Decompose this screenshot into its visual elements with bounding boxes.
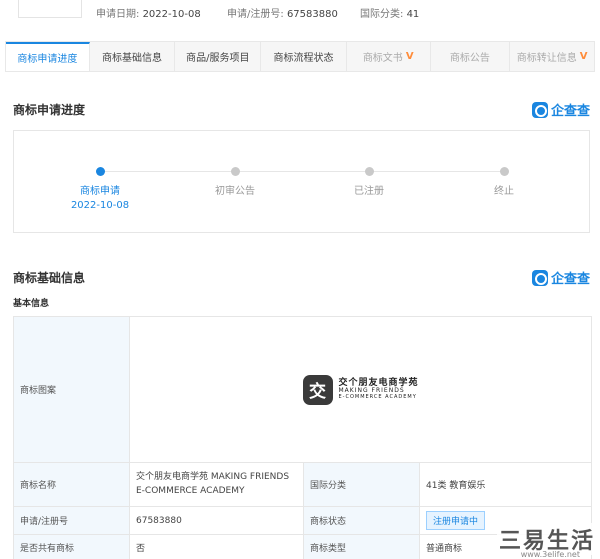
step-terminated: 终止	[449, 167, 559, 197]
trademark-logo: 交 交个朋友电商学苑 MAKING FRIENDS E-COMMERCE ACA…	[136, 374, 585, 405]
watermark-url: www.3elife.net	[520, 550, 580, 559]
vip-icon: V	[405, 51, 414, 62]
trademark-mark: 交	[302, 374, 333, 405]
tab-process-status[interactable]: 商标流程状态	[261, 42, 347, 71]
qichacha-icon	[531, 101, 548, 118]
step-registered: 已注册	[314, 167, 424, 197]
tab-bar: 商标申请进度 商标基础信息 商品/服务项目 商标流程状态 商标文书 V 商标公告 …	[5, 41, 595, 72]
type-label: 商标类型	[303, 534, 420, 559]
tab-basic-info[interactable]: 商标基础信息	[90, 42, 176, 71]
step-preliminary: 初审公告	[180, 167, 290, 197]
tab-announcements[interactable]: 商标公告	[431, 42, 511, 71]
class-meta: 国际分类: 41	[360, 9, 420, 20]
section-title-progress: 商标申请进度	[13, 103, 86, 117]
tab-transfer-info[interactable]: 商标转让信息 V	[510, 42, 594, 71]
logo-label: 商标图案	[13, 316, 130, 463]
qichacha-icon	[531, 269, 548, 286]
qichacha-logo[interactable]: 企查查	[531, 100, 590, 119]
vip-icon: V	[579, 51, 588, 62]
timeline-line	[100, 171, 504, 172]
regno-label: 申请/注册号	[13, 506, 130, 535]
section-title-basic: 商标基础信息	[13, 271, 86, 285]
qichacha-logo[interactable]: 企查查	[531, 268, 590, 287]
table-row: 商标图案 交 交个朋友电商学苑 MAKING FRIENDS E-COMMERC…	[13, 316, 593, 463]
class-label: 国际分类	[303, 462, 420, 507]
tab-goods-services[interactable]: 商品/服务项目	[175, 42, 262, 71]
table-row: 商标名称 交个朋友电商学苑 MAKING FRIENDS E-COMMERCE …	[13, 462, 593, 507]
step-dot	[230, 167, 240, 176]
step-dot	[499, 167, 509, 176]
reg-no-meta: 申请/注册号: 67583880	[227, 9, 338, 20]
status-badge: 注册申请中	[426, 511, 486, 530]
status-label: 商标状态	[303, 506, 420, 535]
name-label: 商标名称	[13, 462, 130, 507]
apply-date-meta: 申请日期: 2022-10-08	[96, 9, 201, 20]
class-value: 41类 教育娱乐	[418, 462, 593, 507]
shared-label: 是否共有商标	[13, 534, 130, 559]
step-dot	[95, 167, 105, 176]
name-value: 交个朋友电商学苑 MAKING FRIENDS E-COMMERCE ACADE…	[129, 462, 304, 507]
tab-documents[interactable]: 商标文书 V	[347, 42, 431, 71]
step-application: 商标申请 2022-10-08	[45, 167, 155, 211]
shared-value: 否	[129, 534, 304, 559]
logo-cell: 交 交个朋友电商学苑 MAKING FRIENDS E-COMMERCE ACA…	[128, 316, 593, 463]
basic-info-subhead: 基本信息	[13, 299, 50, 309]
tab-application-progress[interactable]: 商标申请进度	[6, 42, 90, 71]
step-dot	[364, 167, 374, 176]
progress-timeline: 商标申请 2022-10-08 初审公告 已注册 终止	[13, 130, 590, 233]
summary-bar: 申请日期: 2022-10-08 申请/注册号: 67583880 国际分类: …	[0, 0, 600, 30]
trademark-thumbnail	[18, 0, 82, 18]
regno-value: 67583880	[129, 506, 304, 535]
